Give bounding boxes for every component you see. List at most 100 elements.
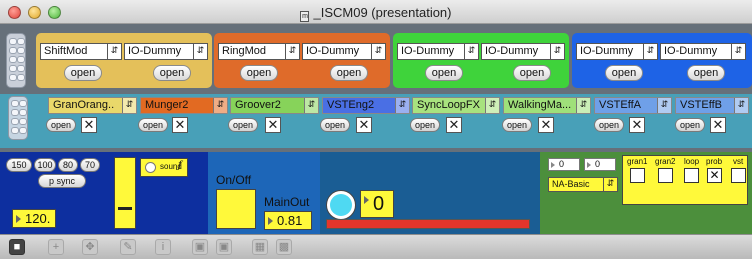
- vst-toggle[interactable]: [731, 168, 746, 183]
- updown-arrows-icon: ⇵: [657, 98, 671, 113]
- gran1-toggle[interactable]: [630, 168, 645, 183]
- open-button[interactable]: open: [513, 65, 551, 81]
- layout-icon[interactable]: ▣: [192, 239, 208, 255]
- sound-indicator-icon: [145, 162, 156, 173]
- io-select-2[interactable]: IO-Dummy ⇵: [302, 43, 386, 60]
- preset-select[interactable]: NA-Basic ⇵: [548, 177, 618, 192]
- grid2-icon[interactable]: ▩: [276, 239, 292, 255]
- open-button[interactable]: open: [153, 65, 191, 81]
- menu-label: IO-Dummy: [128, 45, 182, 57]
- wand-icon[interactable]: ✎: [120, 239, 136, 255]
- toggle-label: gran2: [655, 157, 676, 166]
- module-select-2[interactable]: RingMod ⇵: [218, 43, 300, 60]
- updown-arrows-icon: ⇵: [550, 44, 564, 59]
- toggle-label: gran1: [627, 157, 648, 166]
- tempo-preset-button[interactable]: 70: [80, 158, 100, 172]
- effect-select-4[interactable]: VSTEng2 ⇵: [322, 97, 410, 114]
- effect-toggle[interactable]: ✕: [629, 117, 645, 133]
- menu-label: IO-Dummy: [580, 45, 634, 57]
- updown-arrows-icon: ⇵: [731, 44, 745, 59]
- updown-arrows-icon: ⇵: [395, 98, 409, 113]
- row2-handle[interactable]: [8, 96, 28, 140]
- psync-button[interactable]: p sync: [38, 174, 86, 188]
- mainout-label: MainOut: [264, 195, 310, 209]
- tempo-preset-button[interactable]: 100: [34, 158, 56, 172]
- effect-open-button[interactable]: open: [502, 118, 532, 132]
- effect-open-button[interactable]: open: [675, 118, 705, 132]
- effect-label: VSTEffB: [680, 99, 722, 111]
- effect-toggle[interactable]: ✕: [356, 117, 372, 133]
- move-icon[interactable]: ✥: [82, 239, 98, 255]
- bang-button[interactable]: [326, 190, 356, 220]
- bang-indicator: [330, 194, 352, 216]
- open-button[interactable]: open: [687, 65, 725, 81]
- onoff-button[interactable]: [216, 189, 256, 229]
- number-box-1[interactable]: 0: [548, 158, 580, 171]
- add-icon[interactable]: +: [48, 239, 64, 255]
- prob-toggle[interactable]: ✕: [707, 168, 722, 183]
- lock-icon[interactable]: ■: [9, 239, 25, 255]
- effect-open-button[interactable]: open: [410, 118, 440, 132]
- effect-open-button[interactable]: open: [228, 118, 258, 132]
- fader-thumb[interactable]: [118, 207, 132, 210]
- effect-open-button[interactable]: open: [46, 118, 76, 132]
- open-button[interactable]: open: [425, 65, 463, 81]
- info-icon[interactable]: i: [155, 239, 171, 255]
- menu-label: IO-Dummy: [306, 45, 360, 57]
- effect-select-6[interactable]: WalkingMa... ⇵: [503, 97, 591, 114]
- row1-handle[interactable]: [6, 33, 26, 88]
- module-panel-2: RingMod ⇵ IO-Dummy ⇵ open open: [214, 33, 390, 88]
- title-bar: m _ISCM09 (presentation): [0, 0, 752, 24]
- sound-toggle[interactable]: sound ƒ: [140, 158, 188, 177]
- preset-label: NA-Basic: [552, 179, 590, 189]
- effect-select-3[interactable]: Groover2 ⇵: [230, 97, 319, 114]
- module-select-3[interactable]: IO-Dummy ⇵: [397, 43, 479, 60]
- effect-select-7[interactable]: VSTEffA ⇵: [594, 97, 672, 114]
- effect-label: VSTEffA: [599, 99, 641, 111]
- module-panel-3: IO-Dummy ⇵ IO-Dummy ⇵ open open: [393, 33, 569, 88]
- updown-arrows-icon: ⇵: [285, 44, 299, 59]
- window-title: m _ISCM09 (presentation): [0, 5, 752, 22]
- io-select-1[interactable]: IO-Dummy ⇵: [124, 43, 208, 60]
- effect-toggle[interactable]: ✕: [172, 117, 188, 133]
- tempo-number[interactable]: 120.: [12, 209, 56, 228]
- layout2-icon[interactable]: ▣: [216, 239, 232, 255]
- updown-arrows-icon: ⇵: [603, 178, 617, 191]
- effect-toggle[interactable]: ✕: [538, 117, 554, 133]
- open-button[interactable]: open: [240, 65, 278, 81]
- effect-open-button[interactable]: open: [320, 118, 350, 132]
- effect-toggle[interactable]: ✕: [446, 117, 462, 133]
- mainout-number[interactable]: 0.81: [264, 211, 312, 230]
- tempo-preset-button[interactable]: 80: [58, 158, 78, 172]
- menu-label: IO-Dummy: [664, 45, 718, 57]
- loop-toggle[interactable]: [684, 168, 699, 183]
- io-select-4[interactable]: IO-Dummy ⇵: [660, 43, 746, 60]
- effect-label: VSTEng2: [327, 99, 375, 111]
- toggle-label: prob: [706, 157, 723, 166]
- number-box-2[interactable]: 0: [584, 158, 616, 171]
- grid-icon[interactable]: ▦: [252, 239, 268, 255]
- effect-label: GranOrang..: [53, 99, 115, 111]
- effects-row: GranOrang.. ⇵ open ✕ Munger2 ⇵ open ✕ Groo…: [0, 94, 752, 148]
- io-select-3[interactable]: IO-Dummy ⇵: [481, 43, 565, 60]
- tempo-preset-button[interactable]: 150: [6, 158, 32, 172]
- effect-open-button[interactable]: open: [594, 118, 624, 132]
- gran2-toggle[interactable]: [658, 168, 673, 183]
- open-button[interactable]: open: [64, 65, 102, 81]
- effect-select-1[interactable]: GranOrang.. ⇵: [48, 97, 137, 114]
- counter-number[interactable]: 0: [360, 190, 394, 218]
- module-select-4[interactable]: IO-Dummy ⇵: [576, 43, 658, 60]
- effect-toggle[interactable]: ✕: [710, 117, 726, 133]
- tempo-fader[interactable]: [114, 157, 136, 229]
- effect-select-8[interactable]: VSTEffB ⇵: [675, 97, 749, 114]
- effect-toggle[interactable]: ✕: [81, 117, 97, 133]
- open-button[interactable]: open: [605, 65, 643, 81]
- open-button[interactable]: open: [330, 65, 368, 81]
- module-select-1[interactable]: ShiftMod ⇵: [40, 43, 122, 60]
- effect-select-2[interactable]: Munger2 ⇵: [140, 97, 228, 114]
- effect-toggle[interactable]: ✕: [265, 117, 281, 133]
- effect-select-5[interactable]: SyncLoopFX ⇵: [412, 97, 500, 114]
- effect-label: Munger2: [145, 99, 189, 111]
- updown-arrows-icon: ⇵: [193, 44, 207, 59]
- effect-open-button[interactable]: open: [138, 118, 168, 132]
